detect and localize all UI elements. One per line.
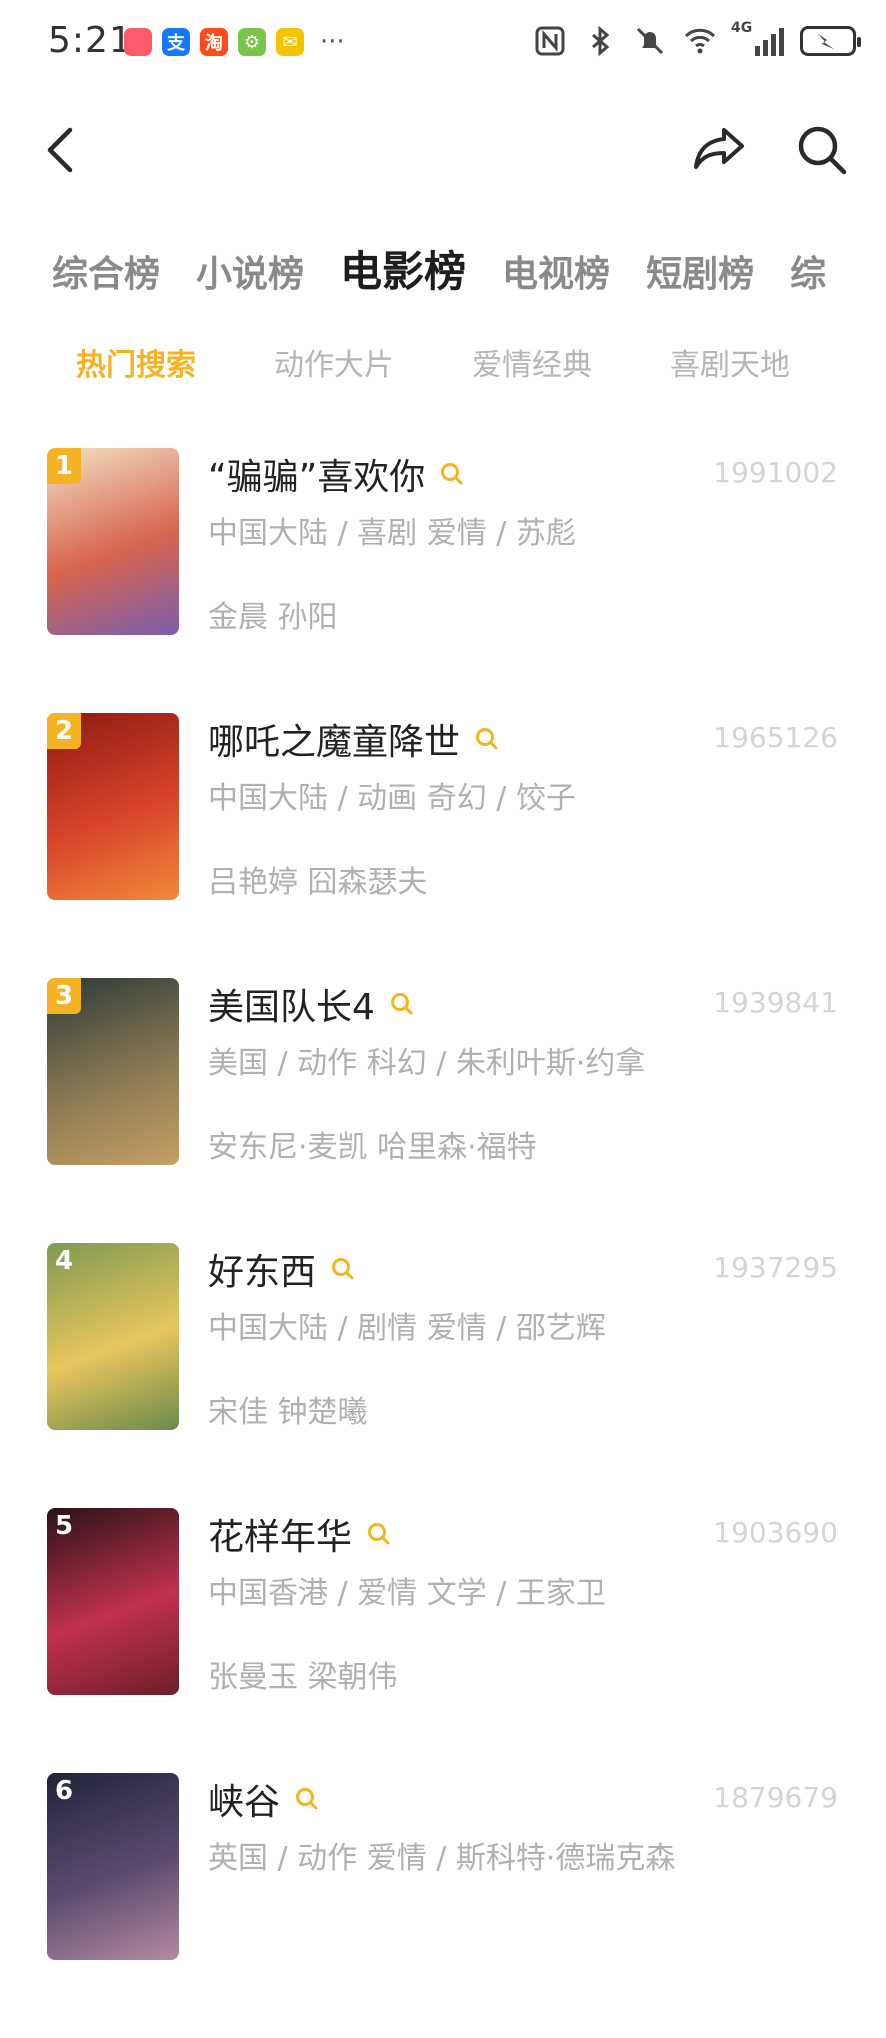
movie-poster[interactable]: 4 [47,1243,179,1430]
movie-poster[interactable]: 1 [47,448,179,635]
subtab-3[interactable]: 喜剧天地 [670,340,868,384]
movie-title[interactable]: 峡谷 [208,1773,280,1825]
movie-meta: 中国大陆 / 剧情 爱情 / 邵艺辉 [208,1311,606,1346]
notification-icons: 支淘 ⚙ ✉ ··· [124,28,345,56]
mail-app-icon: ✉ [276,28,304,56]
movie-cast: 吕艳婷 囧森瑟夫 [208,865,428,900]
battery-icon [800,26,861,56]
top-nav [0,110,886,190]
movie-poster[interactable]: 2 [47,713,179,900]
movie-poster[interactable]: 6 [47,1773,179,1960]
wifi-icon [684,28,716,54]
sub-tabs: 热门搜索 动作大片 爱情经典 喜剧天地 [76,340,868,384]
signal-icon: 4G [731,20,784,56]
movie-score: 1991002 [713,456,838,489]
tab-3[interactable]: 电视榜 [502,245,610,297]
movie-row[interactable]: 5 花样年华 1903690 中国香港 / 爱情 文学 / 王家卫 张曼玉 梁朝伟 [0,1508,886,1773]
search-small-icon[interactable] [294,1786,320,1812]
search-small-icon[interactable] [389,991,415,1017]
subtab-1[interactable]: 动作大片 [274,340,472,384]
movie-title-line: “骗骗”喜欢你 [208,448,465,500]
rank-badge: 4 [54,1246,74,1276]
search-small-icon[interactable] [474,726,500,752]
movie-poster[interactable]: 3 [47,978,179,1165]
movie-title[interactable]: 美国队长4 [208,978,375,1030]
movie-score: 1903690 [713,1516,838,1549]
movie-row[interactable]: 4 好东西 1937295 中国大陆 / 剧情 爱情 / 邵艺辉 宋佳 钟楚曦 [0,1243,886,1508]
back-arrow-icon[interactable] [34,120,94,180]
green-app-icon: ⚙ [238,28,266,56]
movie-cast: 金晨 孙阳 [208,600,338,635]
movie-row[interactable]: 2 哪吒之魔童降世 1965126 中国大陆 / 动画 奇幻 / 饺子 吕艳婷 囧森瑟夫 [0,713,886,978]
movie-title[interactable]: 好东西 [208,1243,316,1295]
search-icon[interactable] [790,118,854,182]
category-tabs: 综合榜 小说榜 电影榜 电视榜 短剧榜综 [52,238,862,299]
nfc-icon [535,26,565,56]
rank-badge: 2 [47,713,81,749]
status-time: 5:21 [48,20,133,61]
more-notifications-indicator: ··· [320,27,345,57]
taobao-app-icon: 淘 [200,28,228,56]
rank-badge: 6 [54,1776,74,1806]
movie-meta: 中国大陆 / 动画 奇幻 / 饺子 [208,781,576,816]
movie-meta: 中国香港 / 爱情 文学 / 王家卫 [208,1576,606,1611]
subtab-0[interactable]: 热门搜索 [76,340,274,384]
movie-score: 1939841 [713,986,838,1019]
movie-score: 1879679 [713,1781,838,1814]
movie-row[interactable]: 1 “骗骗”喜欢你 1991002 中国大陆 / 喜剧 爱情 / 苏彪 金晨 孙阳 [0,448,886,713]
tab-1[interactable]: 小说榜 [196,245,304,297]
search-small-icon[interactable] [366,1521,392,1547]
movie-score: 1965126 [713,721,838,754]
mute-bell-icon [636,27,664,55]
alipay-app-icon: 支 [162,28,190,56]
red-square-app-icon [124,28,152,56]
movie-title-line: 好东西 [208,1243,356,1295]
rank-badge: 5 [54,1511,74,1541]
system-icons: 4G [533,20,861,58]
movie-poster[interactable]: 5 [47,1508,179,1695]
share-icon[interactable] [686,118,750,182]
subtab-2[interactable]: 爱情经典 [472,340,670,384]
tab-4[interactable]: 短剧榜 [646,245,754,297]
movie-row[interactable]: 6 峡谷 1879679 英国 / 动作 爱情 / 斯科特·德瑞克森 [0,1773,886,2038]
movie-title-line: 哪吒之魔童降世 [208,713,500,765]
tab-0[interactable]: 综合榜 [52,245,160,297]
movie-cast: 安东尼·麦凯 哈里森·福特 [208,1130,537,1165]
search-small-icon[interactable] [330,1256,356,1282]
movie-title-line: 花样年华 [208,1508,392,1560]
movie-title-line: 峡谷 [208,1773,320,1825]
network-type: 4G [731,20,753,36]
tab-2[interactable]: 电影榜 [340,238,466,299]
tab-5[interactable]: 综 [790,245,826,297]
movie-cast: 张曼玉 梁朝伟 [208,1660,398,1695]
bluetooth-icon [592,25,610,57]
movie-title[interactable]: 花样年华 [208,1508,352,1560]
movie-row[interactable]: 3 美国队长4 1939841 美国 / 动作 科幻 / 朱利叶斯·约拿 安东尼·麦凯 … [0,978,886,1243]
movie-title[interactable]: 哪吒之魔童降世 [208,713,460,765]
movie-score: 1937295 [713,1251,838,1284]
movie-meta: 英国 / 动作 爱情 / 斯科特·德瑞克森 [208,1841,676,1876]
movie-meta: 美国 / 动作 科幻 / 朱利叶斯·约拿 [208,1046,646,1081]
rank-badge: 3 [47,978,81,1014]
search-small-icon[interactable] [439,461,465,487]
movie-title[interactable]: “骗骗”喜欢你 [208,448,425,500]
movie-title-line: 美国队长4 [208,978,415,1030]
rank-badge: 1 [47,448,81,484]
movie-cast: 宋佳 钟楚曦 [208,1395,368,1430]
status-bar: 5:21 支淘 ⚙ ✉ ··· 4G [0,0,886,90]
movie-list: 1 “骗骗”喜欢你 1991002 中国大陆 / 喜剧 爱情 / 苏彪 金晨 孙阳 2 哪吒… [0,448,886,2038]
movie-meta: 中国大陆 / 喜剧 爱情 / 苏彪 [208,516,576,551]
